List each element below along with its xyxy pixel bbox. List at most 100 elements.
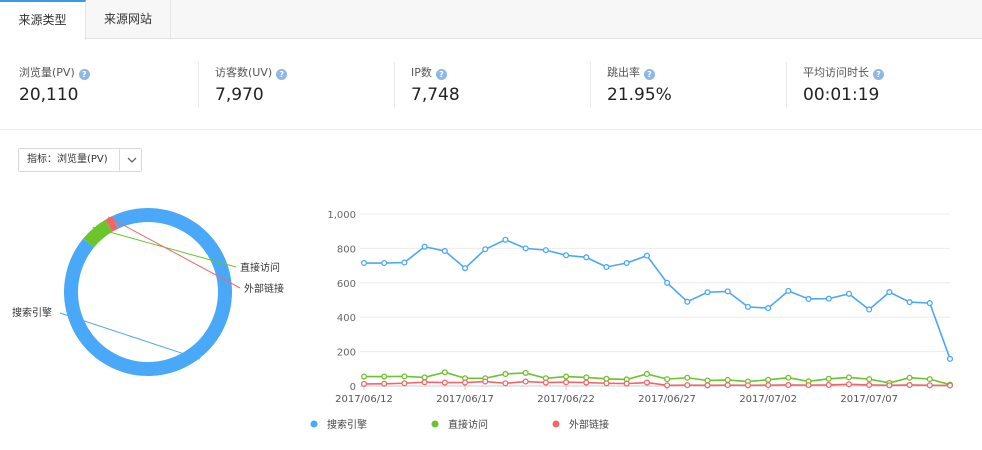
- data-point[interactable]: [542, 247, 549, 254]
- data-point[interactable]: [563, 252, 570, 259]
- data-point[interactable]: [522, 369, 529, 376]
- data-point[interactable]: [845, 290, 853, 297]
- x-tick-label: 2017/06/27: [638, 394, 696, 405]
- data-point[interactable]: [825, 295, 832, 302]
- tab-source-type[interactable]: 来源类型: [0, 0, 86, 40]
- question-circle-icon[interactable]: ?: [873, 69, 884, 80]
- legend-label[interactable]: 搜索引擎: [327, 418, 367, 431]
- data-point[interactable]: [623, 259, 630, 267]
- data-point[interactable]: [441, 379, 448, 386]
- data-point[interactable]: [603, 263, 610, 271]
- data-point[interactable]: [825, 375, 832, 382]
- data-point[interactable]: [866, 381, 873, 389]
- data-point[interactable]: [724, 288, 731, 295]
- data-point[interactable]: [886, 382, 893, 389]
- data-point[interactable]: [360, 380, 368, 387]
- legend-label[interactable]: 直接访问: [448, 418, 488, 431]
- data-point[interactable]: [886, 289, 893, 296]
- donut-slice-label: 外部链接: [244, 282, 284, 295]
- data-point[interactable]: [643, 252, 650, 259]
- metric-selector-dropdown[interactable]: 指标：浏览量(PV): [18, 148, 142, 172]
- data-point[interactable]: [866, 376, 873, 383]
- data-point[interactable]: [664, 382, 671, 389]
- data-point[interactable]: [926, 382, 933, 389]
- tab-source-website[interactable]: 来源网站: [86, 0, 171, 39]
- data-point[interactable]: [704, 382, 711, 389]
- question-circle-icon[interactable]: ?: [78, 69, 90, 80]
- chevron-down-icon[interactable]: [125, 149, 139, 171]
- data-point[interactable]: [765, 376, 772, 383]
- data-point[interactable]: [845, 381, 853, 388]
- data-point[interactable]: [381, 259, 388, 267]
- data-point[interactable]: [845, 374, 853, 381]
- data-point[interactable]: [704, 289, 711, 296]
- data-point[interactable]: [805, 295, 812, 303]
- data-point[interactable]: [906, 381, 913, 389]
- data-point[interactable]: [441, 369, 448, 376]
- question-circle-icon[interactable]: ?: [276, 69, 288, 80]
- data-point[interactable]: [502, 236, 509, 243]
- data-point[interactable]: [603, 380, 610, 387]
- data-point[interactable]: [522, 378, 529, 385]
- metric-label: 浏览量(PV): [19, 66, 75, 79]
- data-point[interactable]: [360, 373, 368, 380]
- data-point[interactable]: [744, 382, 751, 389]
- data-point[interactable]: [946, 382, 954, 389]
- data-point[interactable]: [421, 374, 428, 381]
- data-point[interactable]: [522, 245, 529, 252]
- data-point[interactable]: [785, 374, 792, 381]
- data-point[interactable]: [381, 373, 388, 380]
- y-tick-label: 800: [337, 244, 356, 255]
- data-point[interactable]: [724, 376, 731, 384]
- data-point[interactable]: [825, 381, 832, 389]
- data-point[interactable]: [765, 305, 772, 312]
- data-point[interactable]: [664, 279, 671, 286]
- data-point[interactable]: [704, 377, 711, 384]
- data-point[interactable]: [785, 287, 792, 294]
- data-point[interactable]: [583, 379, 590, 386]
- data-point[interactable]: [401, 259, 408, 266]
- question-circle-icon[interactable]: ?: [435, 69, 447, 80]
- data-point[interactable]: [684, 374, 691, 381]
- data-point[interactable]: [502, 370, 509, 378]
- data-point[interactable]: [946, 355, 954, 362]
- data-point[interactable]: [401, 380, 408, 387]
- data-point[interactable]: [461, 379, 469, 386]
- data-point[interactable]: [906, 374, 913, 381]
- data-point[interactable]: [563, 373, 570, 380]
- data-point[interactable]: [482, 378, 489, 385]
- data-point[interactable]: [643, 379, 650, 386]
- x-tick-label: 2017/06/17: [436, 394, 494, 405]
- legend-label[interactable]: 外部链接: [569, 418, 609, 431]
- data-point[interactable]: [502, 380, 509, 387]
- data-point[interactable]: [664, 376, 671, 383]
- data-point[interactable]: [401, 373, 408, 380]
- data-point[interactable]: [643, 370, 650, 378]
- data-point[interactable]: [623, 380, 630, 387]
- data-point[interactable]: [381, 380, 388, 387]
- data-point[interactable]: [805, 382, 812, 389]
- data-point[interactable]: [926, 300, 933, 307]
- data-point[interactable]: [583, 374, 590, 381]
- data-point[interactable]: [724, 382, 731, 389]
- data-point[interactable]: [421, 379, 428, 386]
- data-point[interactable]: [684, 298, 691, 305]
- metric-label: IP数: [411, 66, 432, 79]
- data-point[interactable]: [906, 299, 913, 306]
- data-point[interactable]: [461, 265, 469, 272]
- data-point[interactable]: [866, 306, 873, 313]
- data-point[interactable]: [926, 376, 933, 383]
- data-point[interactable]: [583, 254, 590, 261]
- data-point[interactable]: [765, 382, 772, 389]
- data-point[interactable]: [441, 247, 448, 255]
- data-point[interactable]: [482, 246, 489, 253]
- question-circle-icon[interactable]: ?: [644, 69, 655, 80]
- data-point[interactable]: [684, 382, 691, 389]
- data-point[interactable]: [542, 379, 549, 386]
- data-point[interactable]: [744, 303, 751, 310]
- data-point[interactable]: [563, 379, 570, 386]
- data-point[interactable]: [785, 381, 792, 389]
- divider: [786, 62, 787, 108]
- data-point[interactable]: [421, 243, 428, 250]
- data-point[interactable]: [360, 259, 368, 267]
